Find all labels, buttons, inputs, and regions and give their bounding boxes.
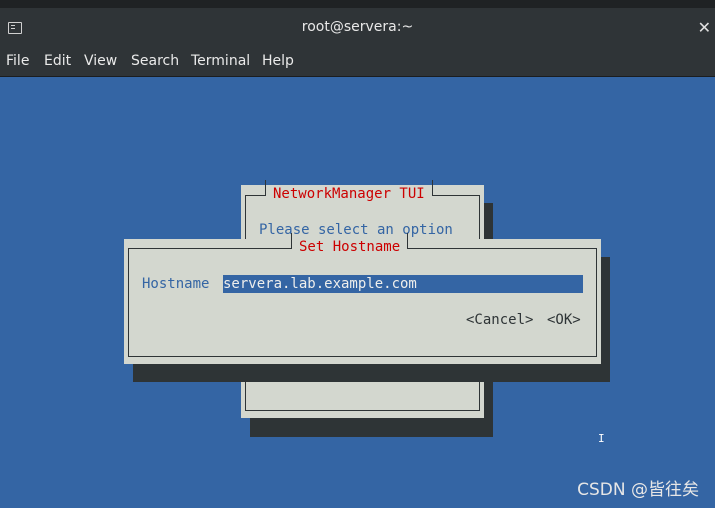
window-title: root@servera:~ (301, 19, 414, 35)
menu-help[interactable]: Help (262, 53, 294, 69)
watermark: CSDN @皆往矣 (577, 480, 699, 500)
menu-bar: File Edit View Search Terminal Help (0, 46, 715, 77)
window-titlebar[interactable]: root@servera:~ ✕ (0, 0, 715, 46)
text-cursor-icon: I (598, 432, 605, 445)
hostname-dialog-border (128, 248, 597, 357)
hostname-input[interactable]: servera.lab.example.com (223, 275, 583, 293)
menu-terminal[interactable]: Terminal (191, 53, 250, 69)
ok-button[interactable]: <OK> (547, 312, 581, 328)
close-icon[interactable]: ✕ (698, 18, 711, 37)
main-dialog-prompt: Please select an option (259, 222, 453, 238)
menu-view[interactable]: View (84, 53, 117, 69)
hostname-dialog-title: Set Hostname (291, 233, 409, 255)
main-dialog-title: NetworkManager TUI (265, 180, 433, 202)
menu-search[interactable]: Search (131, 53, 179, 69)
cancel-button[interactable]: <Cancel> (466, 312, 533, 328)
menu-edit[interactable]: Edit (44, 53, 71, 69)
menu-file[interactable]: File (6, 53, 29, 69)
hostname-dialog: Set Hostname Hostname servera.lab.exampl… (124, 233, 601, 364)
hostname-label: Hostname (142, 276, 210, 292)
